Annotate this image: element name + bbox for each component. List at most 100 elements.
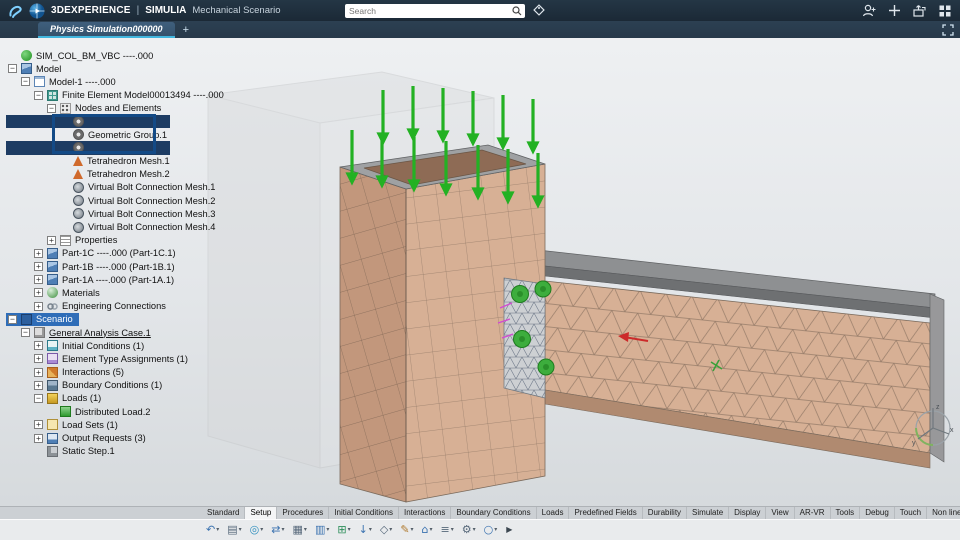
expand-icon[interactable]: + [34, 275, 43, 285]
tree-item-engineering-connections[interactable]: + Engineering Connections [6, 300, 172, 313]
tree-item-part-1a-000-part-1a-1[interactable]: + Part-1A ----.000 (Part-1A.1) [6, 273, 180, 286]
chevron-down-icon[interactable]: ▾ [216, 526, 219, 533]
ribbon-tab-loads[interactable]: Loads [537, 507, 570, 519]
tree-item-model[interactable]: − Model [6, 62, 67, 75]
tree-item-boundary-conditions-1[interactable]: + Boundary Conditions (1) [6, 379, 168, 392]
chevron-down-icon[interactable]: ▾ [369, 526, 372, 533]
collapse-icon[interactable]: − [47, 104, 56, 113]
tree-item-label[interactable]: Virtual Bolt Connection Mesh.2 [88, 196, 215, 206]
ribbon-tab-touch[interactable]: Touch [895, 507, 928, 519]
tree-item-properties[interactable]: + Properties [6, 234, 123, 247]
tree-item-label[interactable]: Interactions (5) [62, 367, 124, 377]
tree-item-label[interactable]: Materials [62, 288, 100, 298]
tree-item-general-analysis-case-1[interactable]: − General Analysis Case.1 [6, 326, 157, 339]
tree-item-label[interactable]: Nodes and Elements [75, 103, 161, 113]
expand-icon[interactable]: + [34, 301, 43, 311]
undo-icon-button[interactable]: ↶ ▾ [203, 523, 222, 537]
tree-item-sim-col-bm-vbc-000[interactable]: +SIM_COL_BM_VBC ----.000 [6, 49, 159, 62]
ribbon-tab-non-linear-versioning[interactable]: Non linear versioning [927, 507, 960, 519]
tree-item-nodes-and-elements[interactable]: − Nodes and Elements [6, 102, 167, 115]
compass-icon[interactable] [29, 3, 45, 19]
probe-icon-button[interactable]: ○ ▾ [481, 523, 501, 537]
expand-icon[interactable]: + [34, 354, 43, 364]
add-icon[interactable] [888, 4, 901, 17]
tree-item-label[interactable]: Model-1 ----.000 [49, 77, 116, 87]
tag-icon[interactable] [531, 2, 547, 18]
expand-icon[interactable]: + [47, 235, 56, 245]
ribbon-tab-durability[interactable]: Durability [643, 507, 688, 519]
search-input[interactable] [345, 5, 512, 16]
tree-item-label[interactable]: Model [36, 64, 61, 74]
tree-item-part-1c-000-part-1c-1[interactable]: + Part-1C ----.000 (Part-1C.1) [6, 247, 182, 260]
tree-item-label[interactable]: Initial Conditions (1) [62, 341, 144, 351]
tree-item-label[interactable]: Engineering Connections [62, 301, 166, 311]
ribbon-tab-setup[interactable]: Setup [245, 507, 278, 519]
collapse-icon[interactable]: − [34, 394, 43, 403]
table-icon-button[interactable]: ▦ ▾ [290, 523, 310, 537]
chevron-down-icon[interactable]: ▾ [451, 526, 454, 533]
ribbon-tab-interactions[interactable]: Interactions [399, 507, 452, 519]
tree-item-label[interactable]: Part-1C ----.000 (Part-1C.1) [62, 248, 176, 258]
tree-item-label[interactable]: Properties [75, 235, 117, 245]
web-icon-button[interactable]: ◎ ▾ [247, 523, 267, 537]
tree-item-label[interactable]: Output Requests (3) [62, 433, 146, 443]
share-icon[interactable] [912, 3, 927, 18]
tree-item-load-sets-1[interactable]: + Load Sets (1) [6, 418, 124, 431]
grid-icon-button[interactable]: ⊞ ▾ [334, 523, 353, 537]
ribbon-tab-predefined-fields[interactable]: Predefined Fields [569, 507, 643, 519]
tree-item-label[interactable]: Loads (1) [62, 393, 101, 403]
chevron-down-icon[interactable]: ▾ [348, 526, 351, 533]
search-icon[interactable] [512, 5, 522, 16]
ribbon-tab-display[interactable]: Display [729, 507, 767, 519]
tree-item-label[interactable]: Distributed Load.2 [75, 407, 150, 417]
tree-item-static-step-1[interactable]: +Static Step.1 [6, 445, 121, 458]
chevron-down-icon[interactable]: ▾ [304, 526, 307, 533]
apps-icon[interactable] [938, 4, 952, 18]
tree-item-label[interactable]: Virtual Bolt Connection Mesh.4 [88, 222, 215, 232]
more-tools-icon[interactable]: ▶ [506, 525, 512, 534]
chevron-down-icon[interactable]: ▾ [411, 526, 414, 533]
collapse-icon[interactable]: − [21, 77, 30, 87]
home-icon-button[interactable]: ⌂ ▾ [419, 523, 436, 537]
panel-icon-button[interactable]: ▥ ▾ [312, 523, 332, 537]
tree-item-label[interactable]: SIM_COL_BM_VBC ----.000 [36, 51, 153, 61]
tree-item-virtual-bolt-connection-mesh-3[interactable]: +Virtual Bolt Connection Mesh.3 [6, 207, 221, 220]
collapse-icon[interactable]: − [8, 64, 17, 74]
edit-icon-button[interactable]: ✎ ▾ [397, 523, 416, 537]
tree-item-label[interactable]: Tetrahedron Mesh.2 [87, 169, 170, 179]
tree-item-label[interactable]: Virtual Bolt Connection Mesh.1 [88, 182, 215, 192]
user-icon[interactable] [861, 3, 877, 19]
ribbon-tab-standard[interactable]: Standard [202, 507, 246, 519]
clipboard-icon-button[interactable]: ▤ ▾ [224, 523, 244, 537]
ribbon-tab-simulate[interactable]: Simulate [687, 507, 730, 519]
chevron-down-icon[interactable]: ▾ [326, 526, 329, 533]
chevron-down-icon[interactable]: ▾ [494, 526, 497, 533]
ribbon-tab-procedures[interactable]: Procedures [277, 507, 330, 519]
tree-item-label[interactable]: Element Type Assignments (1) [62, 354, 188, 364]
measure-icon-button[interactable]: ◇ ▾ [377, 523, 395, 537]
new-tab-button[interactable]: + [175, 22, 197, 38]
tree-item-loads-1[interactable]: − Loads (1) [6, 392, 107, 405]
chevron-down-icon[interactable]: ▾ [389, 526, 392, 533]
tree-item-finite-element-model00013494-000[interactable]: − Finite Element Model00013494 ----.000 [6, 89, 230, 102]
search-box[interactable] [345, 3, 525, 18]
chevron-down-icon[interactable]: ▾ [473, 526, 476, 533]
collapse-icon[interactable]: − [8, 315, 17, 324]
tree-item-tetrahedron-mesh-1[interactable]: +Tetrahedron Mesh.1 [6, 155, 176, 168]
chevron-down-icon[interactable]: ▾ [282, 526, 285, 533]
tree-item-virtual-bolt-connection-mesh-4[interactable]: +Virtual Bolt Connection Mesh.4 [6, 220, 221, 233]
chevron-down-icon[interactable]: ▾ [239, 526, 242, 533]
expand-icon[interactable]: + [34, 381, 43, 390]
tree-item-label[interactable]: Scenario [36, 314, 73, 324]
tree-item-element-type-assignments-1[interactable]: + Element Type Assignments (1) [6, 352, 194, 365]
collapse-icon[interactable]: − [34, 90, 43, 100]
tree-item-model-1-000[interactable]: − Model-1 ----.000 [6, 75, 122, 88]
import-icon-button[interactable]: ↓ ▾ [356, 523, 375, 537]
ribbon-tab-boundary-conditions[interactable]: Boundary Conditions [451, 507, 537, 519]
list-icon-button[interactable]: ≡ ▾ [438, 523, 457, 537]
expand-icon[interactable]: + [34, 288, 43, 298]
transfer-icon-button[interactable]: ⇄ ▾ [268, 523, 287, 537]
tree-item-label[interactable]: Finite Element Model00013494 ----.000 [62, 90, 224, 100]
tree-item-materials[interactable]: + Materials [6, 286, 106, 299]
expand-icon[interactable]: + [34, 367, 43, 377]
